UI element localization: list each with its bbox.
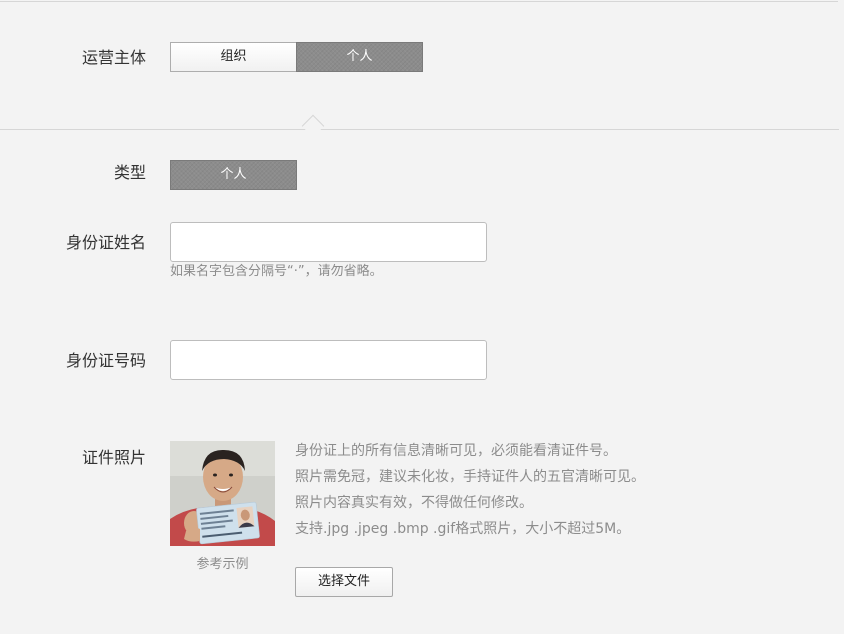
- operator-option-organization[interactable]: 组织: [170, 42, 297, 72]
- type-option-individual[interactable]: 个人: [170, 160, 297, 190]
- type-label: 类型: [113, 163, 146, 182]
- section-divider: [0, 129, 839, 130]
- id-name-label: 身份证姓名: [65, 233, 146, 252]
- section-pointer: [301, 114, 325, 138]
- top-divider: [0, 1, 838, 2]
- photo-requirement-3: 照片内容真实有效，不得做任何修改。: [295, 495, 533, 511]
- example-photo: [170, 441, 275, 546]
- id-name-input[interactable]: [170, 222, 487, 262]
- operator-option-individual[interactable]: 个人: [296, 42, 423, 72]
- operator-label: 运营主体: [81, 48, 146, 67]
- id-number-label: 身份证号码: [65, 351, 146, 370]
- id-number-input[interactable]: [170, 340, 487, 380]
- id-name-hint: 如果名字包含分隔号“·”，请勿省略。: [170, 264, 383, 279]
- choose-file-button[interactable]: 选择文件: [295, 567, 393, 597]
- photo-requirement-1: 身份证上的所有信息清晰可见，必须能看清证件号。: [295, 443, 617, 459]
- person-holding-id-illustration: [170, 441, 275, 546]
- id-photo-label: 证件照片: [81, 448, 146, 467]
- photo-requirement-4: 支持.jpg .jpeg .bmp .gif格式照片，大小不超过5M。: [295, 521, 631, 537]
- photo-requirement-2: 照片需免冠，建议未化妆，手持证件人的五官清晰可见。: [295, 469, 645, 485]
- example-photo-caption: 参考示例: [196, 557, 249, 572]
